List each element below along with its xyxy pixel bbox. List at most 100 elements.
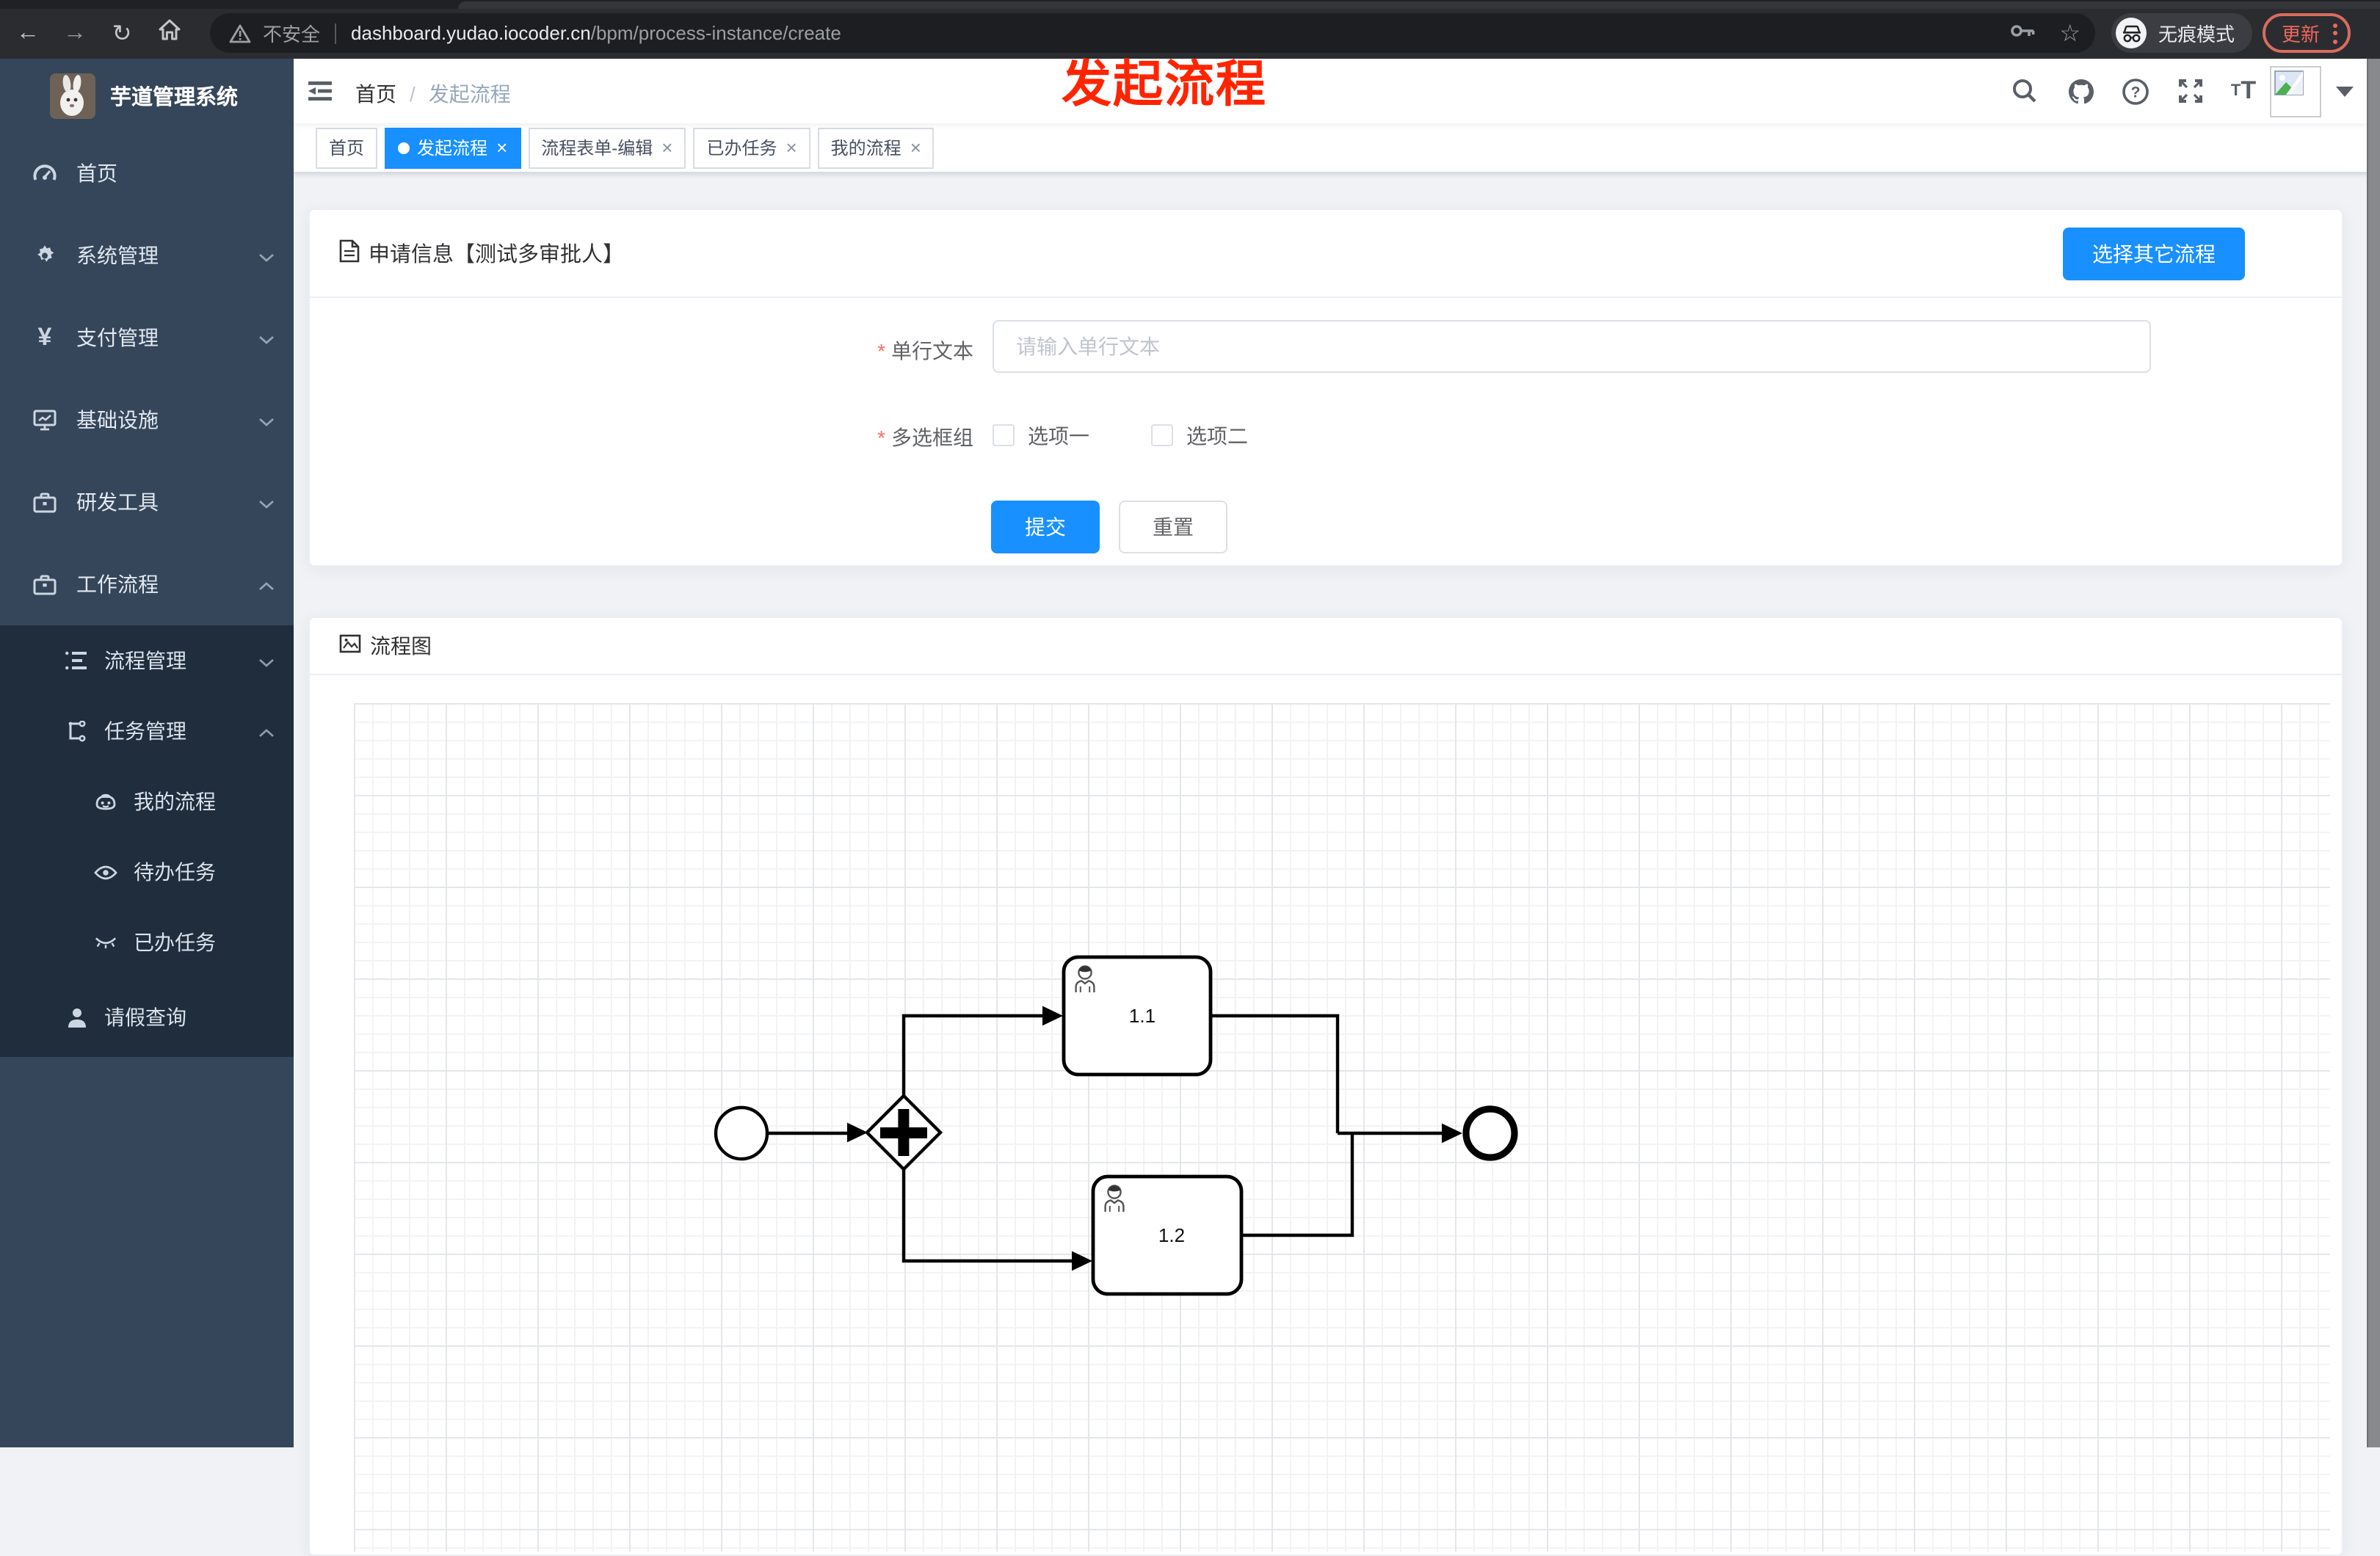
password-key-icon[interactable] <box>2009 22 2036 44</box>
parallel-gateway[interactable] <box>864 1093 943 1172</box>
forward-icon[interactable]: → <box>56 21 94 47</box>
sidebar-item-devtools[interactable]: 研发工具 <box>0 461 294 543</box>
checkbox-group: 选项一 选项二 <box>993 421 1310 449</box>
briefcase-icon <box>32 572 57 597</box>
tags-view: 首页 发起流程 × 流程表单-编辑 × 已办任务 × 我的流程 × <box>294 123 2368 173</box>
task-label: 1.2 <box>1158 1224 1185 1246</box>
sidebar-collapse-icon[interactable] <box>307 78 333 104</box>
checkbox-option-1-label[interactable]: 选项一 <box>1028 421 1089 450</box>
avatar[interactable] <box>2270 66 2321 117</box>
tab-my-process[interactable]: 我的流程 × <box>817 127 935 168</box>
search-icon[interactable] <box>2010 76 2039 106</box>
flow-gateway-task2 <box>901 1169 1072 1263</box>
sidebar-item-system[interactable]: 系统管理 <box>0 214 294 297</box>
page-scrollbar[interactable] <box>2367 59 2380 1447</box>
url-path: /bpm/process-instance/create <box>590 22 841 44</box>
browser-menu-icon[interactable] <box>2333 23 2338 43</box>
single-line-text-input[interactable] <box>993 320 2151 373</box>
image-icon <box>339 634 361 658</box>
tab-label: 流程表单-编辑 <box>541 138 653 159</box>
sidebar-item-label: 待办任务 <box>134 860 216 884</box>
browser-active-tab[interactable] <box>458 1 2380 9</box>
main-content: 申请信息【测试多审批人】 选择其它流程 *单行文本 *多选框组 选项一 选项二 … <box>294 173 2368 1556</box>
chevron-down-icon <box>258 326 275 349</box>
sidebar-item-home[interactable]: 首页 <box>0 132 294 214</box>
sidebar-item-label: 已办任务 <box>134 931 216 954</box>
tab-home[interactable]: 首页 <box>316 127 378 168</box>
switch-process-button[interactable]: 选择其它流程 <box>2063 228 2245 280</box>
user-task-1-1[interactable]: 1.1 <box>1062 955 1213 1077</box>
sidebar-item-my-process[interactable]: 我的流程 <box>0 766 294 837</box>
chevron-down-icon <box>258 649 275 672</box>
sidebar-item-process-mgmt[interactable]: 流程管理 <box>0 625 294 696</box>
sidebar-item-todo-tasks[interactable]: 待办任务 <box>0 837 294 907</box>
start-event[interactable] <box>714 1105 769 1161</box>
tab-done-tasks[interactable]: 已办任务 × <box>693 127 810 168</box>
annotation-text: 发起流程 <box>1062 57 1267 113</box>
tab-label: 发起流程 <box>417 138 488 159</box>
close-icon[interactable]: × <box>661 138 672 157</box>
sidebar-item-infra[interactable]: 基础设施 <box>0 379 294 461</box>
sidebar: 芋道管理系统 首页 系统管理 ¥ 支付管理 基础设施 研发工具 工作流程 流程管… <box>0 59 294 1447</box>
sidebar-item-label: 基础设施 <box>76 408 159 432</box>
avatar-caret-icon[interactable] <box>2336 87 2354 97</box>
checkbox-option-2[interactable] <box>1151 424 1173 446</box>
sidebar-item-task-mgmt[interactable]: 任务管理 <box>0 696 294 766</box>
incognito-label: 无痕模式 <box>2158 23 2235 46</box>
help-icon[interactable]: ? <box>2120 76 2149 106</box>
github-icon[interactable] <box>2066 76 2095 106</box>
tree-icon <box>65 719 88 743</box>
home-icon[interactable] <box>150 18 188 50</box>
chevron-up-icon <box>258 572 275 596</box>
close-icon[interactable]: × <box>910 138 921 157</box>
tab-form-edit[interactable]: 流程表单-编辑 × <box>528 127 686 168</box>
app-logo-row[interactable]: 芋道管理系统 <box>0 59 294 132</box>
checkbox-option-1[interactable] <box>993 424 1015 446</box>
card-title: 流程图 <box>370 634 432 658</box>
browser-update-button[interactable]: 更新 <box>2263 13 2351 53</box>
robot-face-icon <box>94 790 117 813</box>
apply-info-card: 申请信息【测试多审批人】 选择其它流程 *单行文本 *多选框组 选项一 选项二 … <box>308 208 2343 567</box>
workflow-submenu: 流程管理 任务管理 我的流程 待办任务 已办任务 请假查询 <box>0 625 294 1057</box>
reset-button[interactable]: 重置 <box>1119 501 1227 553</box>
user-task-1-2[interactable]: 1.2 <box>1091 1174 1244 1296</box>
form-actions: 提交 重置 <box>991 501 1227 553</box>
back-icon[interactable]: ← <box>9 21 47 47</box>
flow-task2-end <box>1241 1133 1354 1237</box>
sidebar-item-leave-query[interactable]: 请假查询 <box>0 978 294 1057</box>
sidebar-item-label: 我的流程 <box>134 790 216 813</box>
sidebar-item-done-tasks[interactable]: 已办任务 <box>0 907 294 978</box>
end-event[interactable] <box>1462 1105 1518 1161</box>
checkbox-option-2-label[interactable]: 选项二 <box>1186 421 1248 450</box>
user-icon <box>65 1006 88 1029</box>
page-header: 首页 / 发起流程 ? TT <box>294 59 2368 123</box>
sidebar-item-label: 流程管理 <box>104 649 186 672</box>
chevron-down-icon <box>258 408 275 432</box>
security-label: 不安全 <box>263 23 321 46</box>
breadcrumb-home[interactable]: 首页 <box>355 79 396 109</box>
breadcrumb-current: 发起流程 <box>428 82 511 106</box>
incognito-icon <box>2116 18 2147 48</box>
not-secure-warning-icon[interactable] <box>229 23 251 43</box>
bookmark-star-icon[interactable]: ☆ <box>2059 18 2080 48</box>
apply-info-card-header: 申请信息【测试多审批人】 <box>310 210 2342 298</box>
reload-icon[interactable]: ↻ <box>103 19 141 48</box>
tab-start-process[interactable]: 发起流程 × <box>385 127 521 168</box>
sidebar-item-label: 系统管理 <box>76 244 159 267</box>
tab-label: 我的流程 <box>830 138 901 159</box>
sidebar-item-payment[interactable]: ¥ 支付管理 <box>0 297 294 379</box>
toolbox-icon <box>32 490 57 515</box>
bpmn-canvas[interactable]: 1.1 1.2 <box>354 703 2330 1552</box>
gear-icon <box>32 243 57 268</box>
required-mark: * <box>877 339 885 363</box>
chevron-up-icon <box>258 719 275 743</box>
tab-label: 首页 <box>329 138 365 159</box>
submit-button[interactable]: 提交 <box>991 501 1100 553</box>
fullscreen-icon[interactable] <box>2176 76 2205 106</box>
font-size-icon[interactable]: TT <box>2229 76 2258 106</box>
close-icon[interactable]: × <box>786 138 797 157</box>
svg-text:?: ? <box>2130 83 2140 100</box>
close-icon[interactable]: × <box>496 138 507 157</box>
sidebar-item-workflow[interactable]: 工作流程 <box>0 543 294 625</box>
sidebar-item-label: 首页 <box>76 161 117 185</box>
